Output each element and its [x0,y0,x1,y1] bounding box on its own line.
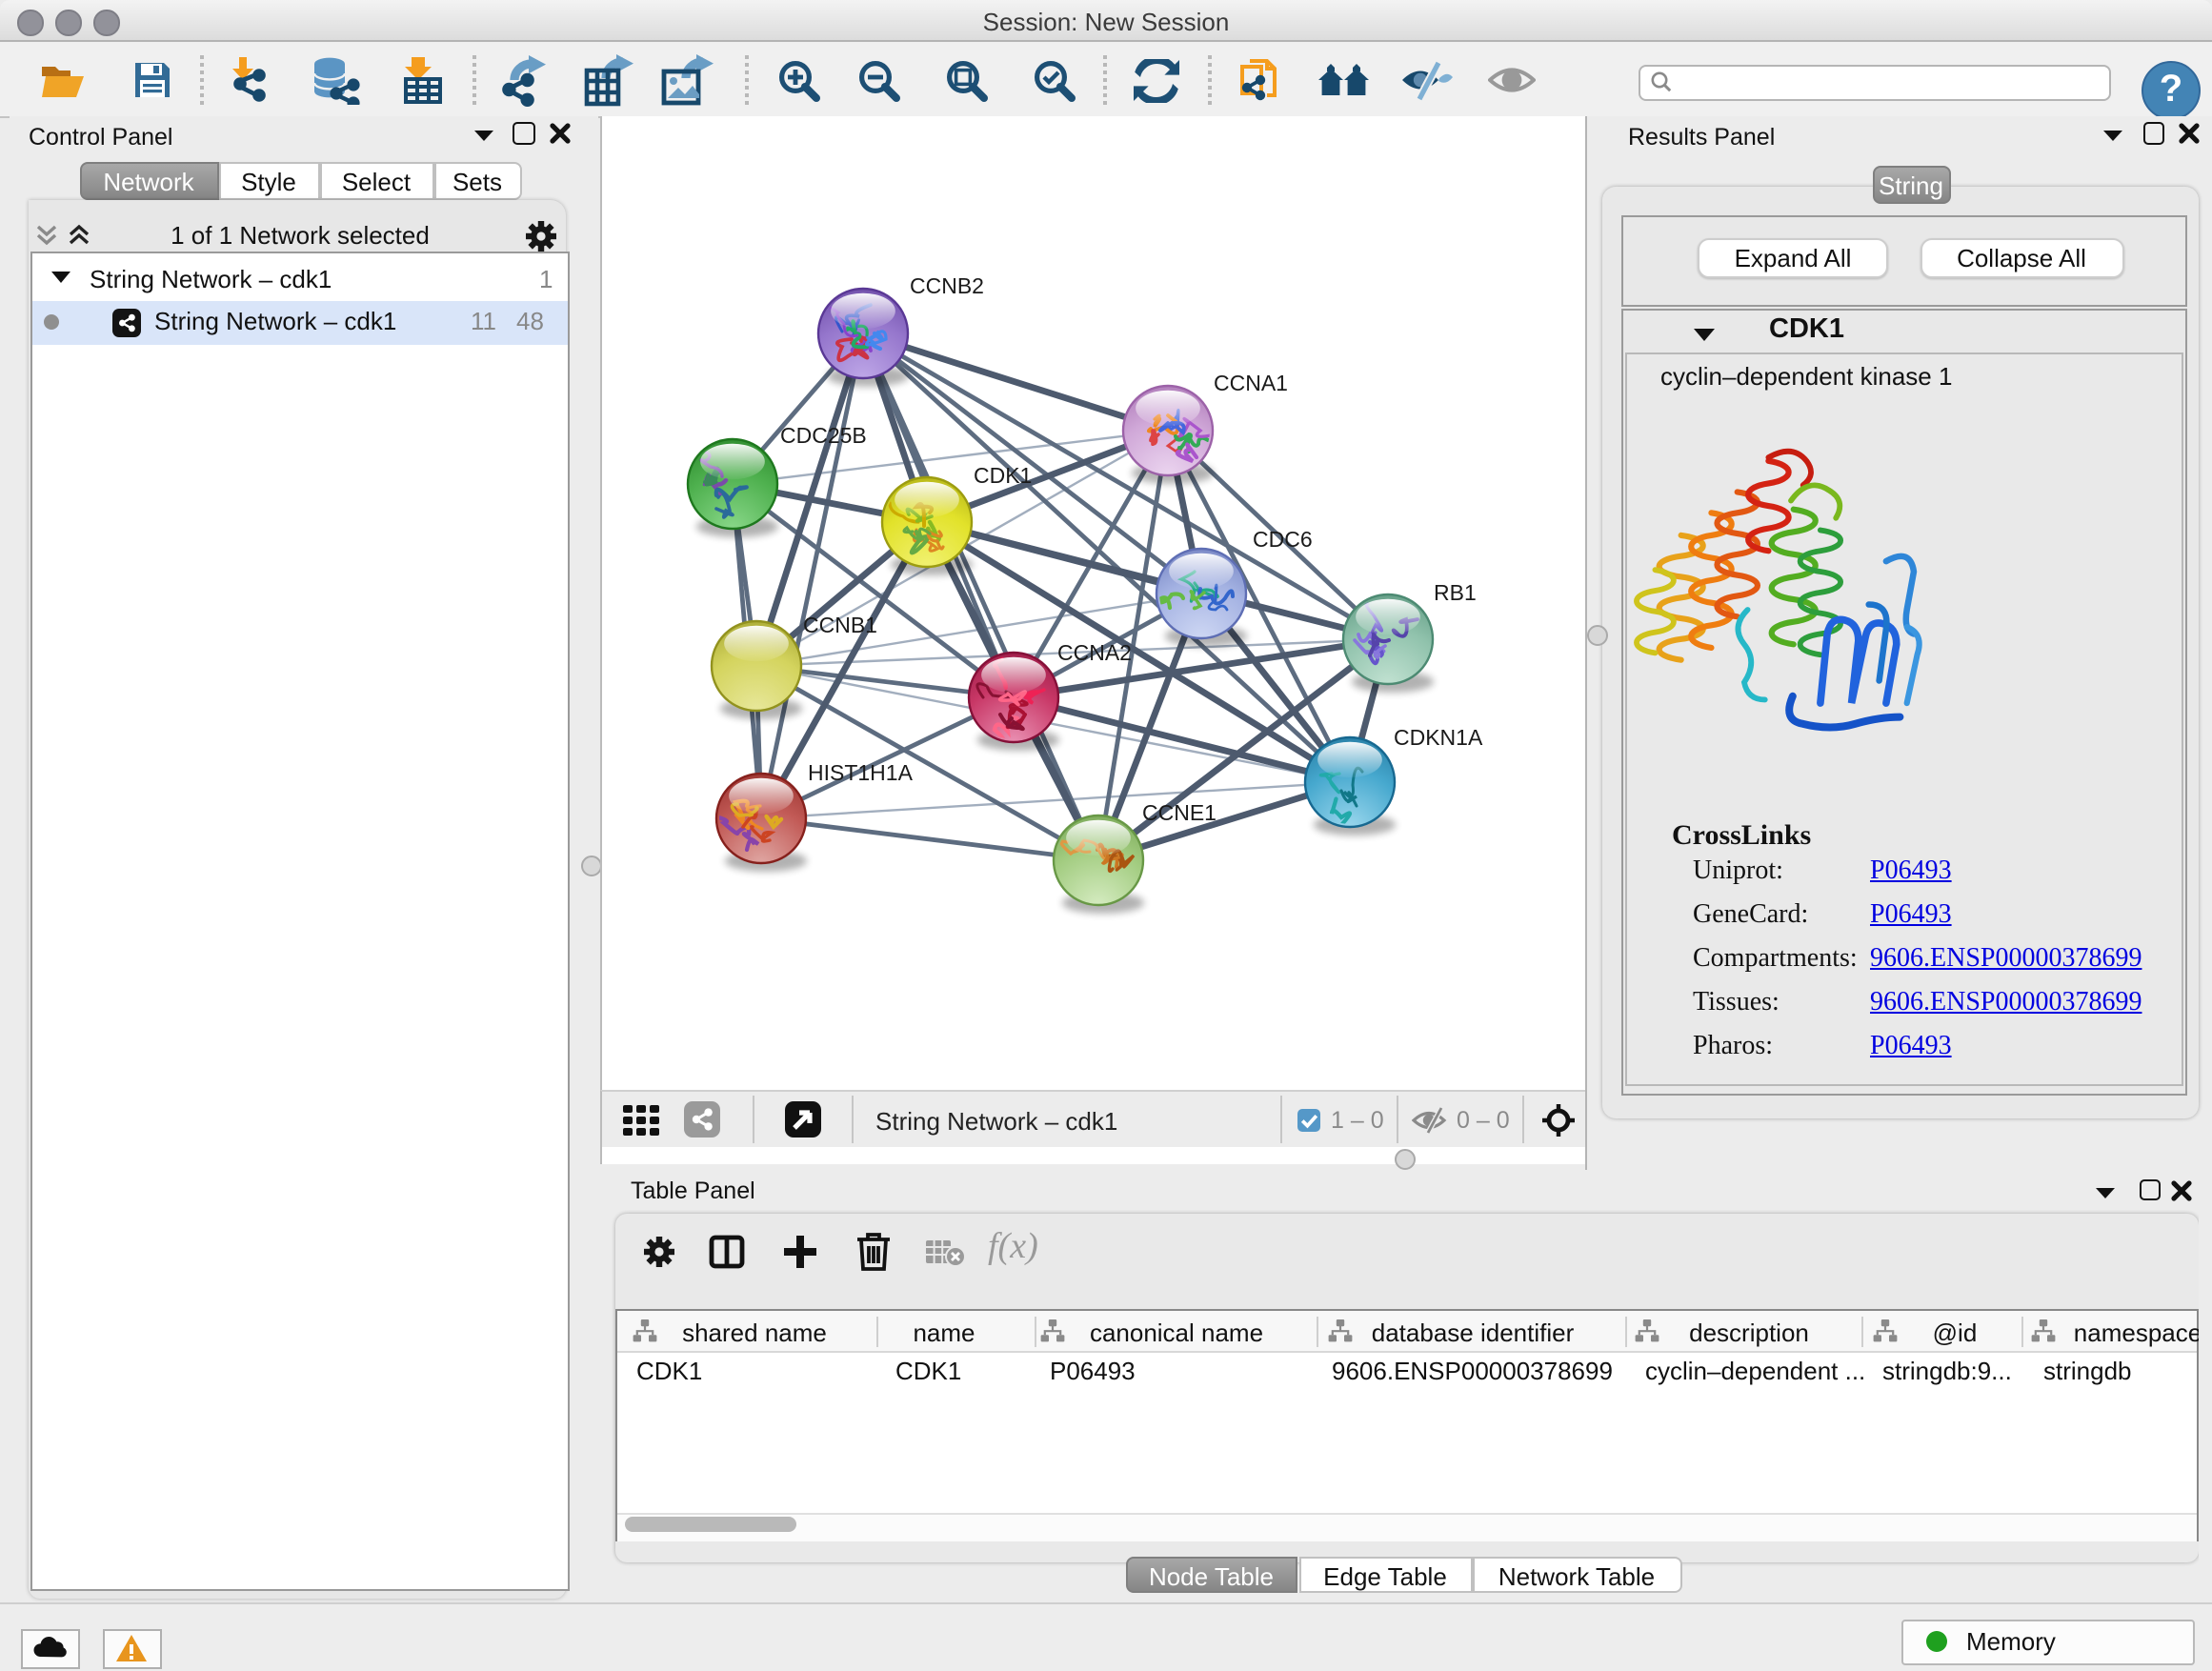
svg-text:CDC25B: CDC25B [779,423,866,448]
svg-text:CDKN1A: CDKN1A [1393,725,1482,750]
svg-text:HIST1H1A: HIST1H1A [807,760,913,785]
svg-text:RB1: RB1 [1433,580,1476,605]
svg-text:CCNA2: CCNA2 [1056,640,1131,665]
svg-text:CCNB2: CCNB2 [909,273,983,298]
svg-text:CDC6: CDC6 [1252,527,1312,552]
svg-text:CDK1: CDK1 [973,463,1031,488]
svg-text:CCNA1: CCNA1 [1213,371,1287,395]
svg-text:CCNB1: CCNB1 [802,613,876,637]
svg-text:CCNE1: CCNE1 [1141,800,1216,825]
